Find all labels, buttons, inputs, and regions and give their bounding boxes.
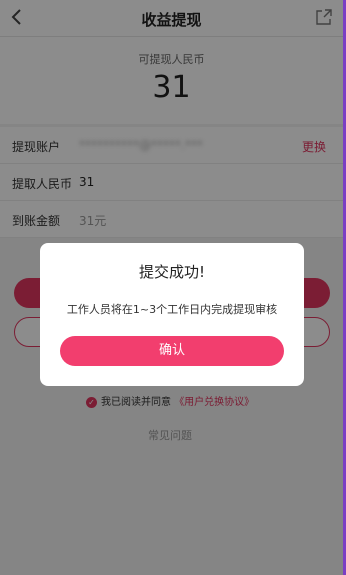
dialog-title: 提交成功! — [138, 263, 205, 281]
dialog-message: 工作人员将在1~3个工作日内完成提现审核 — [66, 303, 278, 316]
success-dialog: 提交成功! 工作人员将在1~3个工作日内完成提现审核 确认 — [40, 243, 304, 386]
app-screen: 收益提现 可提现人民币 31 提现账户 **********@*****.***… — [0, 0, 346, 575]
confirm-button[interactable]: 确认 — [60, 336, 284, 366]
